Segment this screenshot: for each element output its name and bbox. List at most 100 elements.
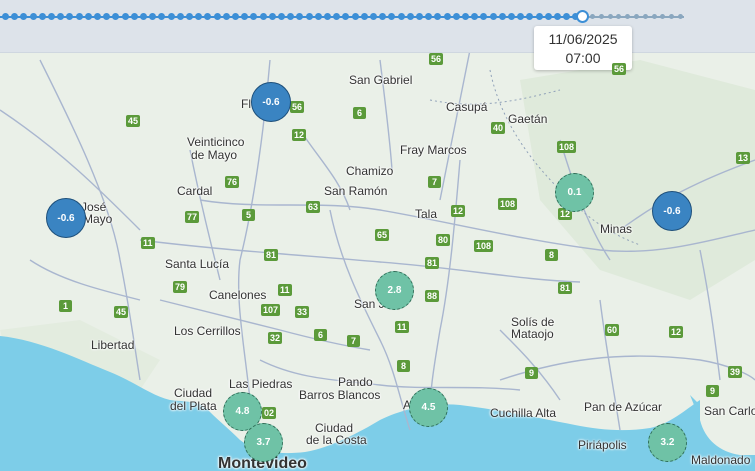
timeline-step[interactable] [195,13,203,20]
route-shield: 12 [451,205,466,217]
timeline-step[interactable] [250,13,258,20]
timeline-step[interactable] [112,13,120,20]
timeline-step[interactable] [342,13,350,20]
timeline-step[interactable] [462,13,469,20]
station-marker[interactable]: 3.7 [244,423,283,462]
timeline-step[interactable] [11,13,19,20]
route-shield: 8 [397,360,410,372]
station-marker[interactable]: 0.1 [555,173,594,212]
timeline-step[interactable] [213,13,221,20]
timeline-step[interactable] [526,13,534,20]
timeline-step-future[interactable] [616,14,622,19]
timeline-step[interactable] [158,13,166,20]
timeline-step[interactable] [130,13,138,20]
timeline-step[interactable] [434,13,442,20]
timeline-step[interactable] [360,13,368,20]
timeline-step-future[interactable] [598,14,604,19]
timeline-step-future[interactable] [625,14,631,19]
station-marker[interactable]: 4.5 [409,388,448,427]
timeline-step-future[interactable] [642,14,648,19]
timeline-step[interactable] [278,13,285,20]
timeline-step[interactable] [287,13,295,20]
place-label: Pando [338,375,373,389]
timeline-step[interactable] [268,13,276,20]
timeline-step[interactable] [324,13,331,20]
timeline-step[interactable] [259,13,267,20]
station-marker[interactable]: -0.6 [46,198,86,238]
timeline-step[interactable] [443,13,451,20]
timeline-step[interactable] [296,13,304,20]
timeline-step[interactable] [379,13,387,20]
timeline-step[interactable] [397,13,405,20]
timeline-step[interactable] [416,13,423,20]
station-marker[interactable]: -0.6 [652,191,692,231]
timeline-step[interactable] [38,13,46,20]
route-shield: 45 [114,306,129,318]
timeline-step[interactable] [140,13,147,20]
timeline-step[interactable] [176,13,184,20]
station-marker[interactable]: 2.8 [375,271,414,310]
station-marker[interactable]: 3.2 [648,423,687,462]
place-label: Cuchilla Alta [490,406,557,420]
timeline-step-future[interactable] [590,14,595,19]
timeline-step[interactable] [66,13,74,20]
timeline-step[interactable] [388,13,396,20]
timeline-step[interactable] [57,13,65,20]
timeline-step[interactable] [48,13,55,20]
timeline-step[interactable] [480,13,488,20]
timeline-step[interactable] [305,13,313,20]
timeline-step[interactable] [535,13,543,20]
timeline-step[interactable] [425,13,433,20]
timeline-step[interactable] [333,13,341,20]
timeline-step-future[interactable] [678,14,683,19]
route-shield: 56 [290,101,305,113]
timeline-step[interactable] [498,13,506,20]
station-marker[interactable]: -0.6 [251,82,291,122]
timeline-step[interactable] [517,13,525,20]
timeline-step[interactable] [544,13,552,20]
route-shield: 1 [59,300,72,312]
route-shield: 11 [141,237,155,249]
timeline-step[interactable] [508,13,515,20]
timeline-step[interactable] [103,13,111,20]
timeline-step[interactable] [406,13,414,20]
place-label: San Ramón [324,184,388,198]
timeline-step-future[interactable] [669,14,675,19]
timeline-step[interactable] [29,13,37,20]
timeline-step[interactable] [2,13,9,20]
timeline-step-future[interactable] [607,14,613,19]
place-label: San Carlo [704,404,755,418]
timeline-step[interactable] [554,13,561,20]
place-label: Canelones [209,288,267,302]
timeline-step[interactable] [452,13,460,20]
timeline-step[interactable] [20,13,28,20]
place-label: Minas [600,222,633,236]
timeline-step[interactable] [563,13,571,20]
route-shield: 107 [261,304,281,316]
timeline-step[interactable] [314,13,322,20]
timeline-step[interactable] [370,13,377,20]
timeline-step[interactable] [75,13,83,20]
timeline-step-future[interactable] [634,14,639,19]
timeline-step[interactable] [471,13,479,20]
timeline-step[interactable] [489,13,497,20]
timeline-bar[interactable] [0,0,755,53]
timeline-step[interactable] [222,13,230,20]
route-shield: 39 [728,366,743,378]
timeline-handle[interactable] [576,10,589,23]
timeline-step[interactable] [84,13,92,20]
timeline-step-future[interactable] [660,14,666,19]
timeline-step[interactable] [149,13,157,20]
route-shield: 12 [669,326,684,338]
route-shield: 79 [173,281,188,293]
timeline-step[interactable] [186,13,193,20]
timeline-step[interactable] [121,13,129,20]
timeline-step[interactable] [204,13,212,20]
timeline-step[interactable] [167,13,175,20]
timeline-step[interactable] [94,13,101,20]
timeline-step[interactable] [241,13,249,20]
timeline-step[interactable] [232,13,239,20]
timeline-step-future[interactable] [651,14,657,19]
place-label: Veinticinco [187,135,245,149]
timeline-step[interactable] [351,13,359,20]
